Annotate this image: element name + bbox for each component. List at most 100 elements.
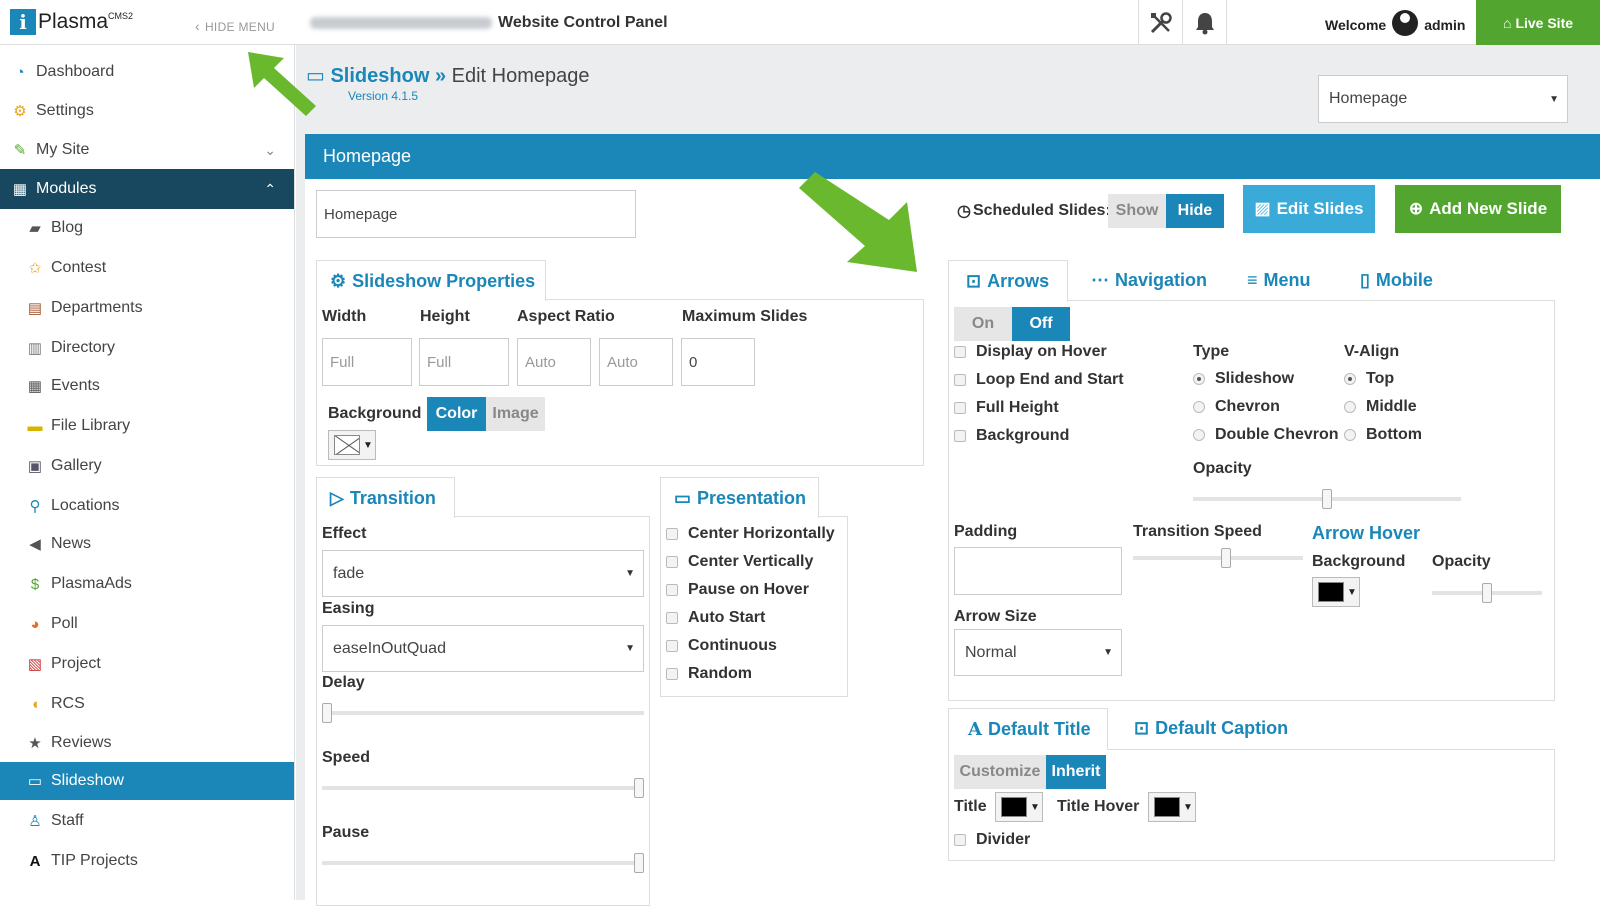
sidebar-item-file-library[interactable]: ▬ File Library bbox=[0, 407, 294, 445]
valign-top-radio[interactable]: Top bbox=[1344, 370, 1394, 388]
sidebar-item-modules[interactable]: ▦ Modules ⌃ bbox=[0, 169, 294, 209]
slideshow-icon: ▭ bbox=[674, 487, 692, 508]
pause-slider[interactable] bbox=[322, 853, 644, 873]
sidebar-item-my-site[interactable]: ✎ My Site ⌄ bbox=[0, 131, 294, 169]
slideshow-name-input[interactable]: Homepage bbox=[316, 190, 636, 238]
aspect-width-input[interactable]: Auto bbox=[517, 338, 591, 386]
tab-menu[interactable]: ≡ Menu bbox=[1247, 270, 1311, 291]
type-double-chevron-radio[interactable]: Double Chevron bbox=[1193, 426, 1339, 444]
sidebar-item-poll[interactable]: ◕ Poll bbox=[0, 605, 294, 643]
sidebar-item-departments[interactable]: ▤ Departments bbox=[0, 289, 294, 327]
breadcrumb-separator: » bbox=[434, 65, 447, 87]
edit-slides-button[interactable]: ▨ Edit Slides bbox=[1243, 185, 1375, 233]
delay-slider[interactable] bbox=[322, 703, 644, 723]
add-new-slide-button[interactable]: ⊕ Add New Slide bbox=[1395, 185, 1561, 233]
effect-select[interactable]: fade ▼ bbox=[322, 550, 644, 597]
sidebar-item-directory[interactable]: ▥ Directory bbox=[0, 329, 294, 367]
scheduled-hide-button[interactable]: Hide bbox=[1166, 194, 1224, 228]
tab-default-caption[interactable]: ⊡ Default Caption bbox=[1134, 718, 1288, 739]
arrow-size-select[interactable]: Normal ▼ bbox=[954, 629, 1122, 676]
tab-mobile[interactable]: ▯ Mobile bbox=[1360, 270, 1433, 291]
tools-icon[interactable] bbox=[1138, 0, 1182, 45]
speed-slider[interactable] bbox=[322, 778, 644, 798]
sidebar-item-project[interactable]: ▧ Project bbox=[0, 645, 294, 683]
sidebar-item-events[interactable]: ▦ Events bbox=[0, 367, 294, 405]
radio-dot bbox=[1344, 429, 1356, 441]
full-height-checkbox[interactable]: Full Height bbox=[954, 399, 1059, 417]
easing-select[interactable]: easeInOutQuad ▼ bbox=[322, 625, 644, 672]
width-input[interactable]: Full bbox=[322, 338, 412, 386]
hover-opacity-slider-handle[interactable] bbox=[1482, 583, 1492, 603]
type-chevron-radio[interactable]: Chevron bbox=[1193, 398, 1280, 416]
center-vertically-checkbox[interactable]: Center Vertically bbox=[666, 553, 813, 571]
arrows-on-button[interactable]: On bbox=[954, 307, 1012, 341]
sidebar-item-plasmaads[interactable]: $ PlasmaAds bbox=[0, 565, 294, 603]
sidebar-item-news[interactable]: ◀ News bbox=[0, 525, 294, 563]
plasma-logo[interactable]: i Plasma CMS2 bbox=[10, 9, 133, 35]
inherit-button[interactable]: Inherit bbox=[1046, 755, 1106, 789]
sidebar-item-blog[interactable]: ▰ Blog bbox=[0, 209, 294, 247]
slideshow-select[interactable]: Homepage ▼ bbox=[1318, 75, 1568, 123]
transition-speed-slider[interactable] bbox=[1133, 548, 1303, 568]
title-color-picker[interactable]: ▼ bbox=[995, 792, 1043, 822]
black-swatch bbox=[1154, 797, 1180, 817]
background-image-button[interactable]: Image bbox=[486, 397, 545, 431]
auto-start-checkbox[interactable]: Auto Start bbox=[666, 609, 765, 627]
sidebar-item-locations[interactable]: ⚲ Locations bbox=[0, 487, 294, 525]
maximum-slides-input[interactable]: 0 bbox=[681, 338, 755, 386]
bell-icon[interactable] bbox=[1182, 0, 1226, 45]
speed-slider-handle[interactable] bbox=[634, 778, 644, 798]
valign-middle-radio[interactable]: Middle bbox=[1344, 398, 1417, 416]
height-input[interactable]: Full bbox=[419, 338, 509, 386]
arrows-off-button[interactable]: Off bbox=[1012, 307, 1070, 341]
sidebar-item-staff[interactable]: ♙ Staff bbox=[0, 802, 294, 840]
staff-icon: ♙ bbox=[28, 813, 42, 830]
tab-default-title[interactable]: A Default Title bbox=[948, 708, 1108, 750]
opacity-slider-handle[interactable] bbox=[1322, 489, 1332, 509]
tab-transition[interactable]: ▷ Transition bbox=[316, 477, 455, 518]
dropdown-arrow-icon: ▼ bbox=[1103, 647, 1113, 658]
tab-presentation[interactable]: ▭ Presentation bbox=[660, 477, 819, 518]
type-slideshow-radio[interactable]: Slideshow bbox=[1193, 370, 1294, 388]
valign-bottom-radio[interactable]: Bottom bbox=[1344, 426, 1422, 444]
opacity-slider[interactable] bbox=[1193, 489, 1461, 509]
delay-slider-handle[interactable] bbox=[322, 703, 332, 723]
hide-menu-button[interactable]: ‹ HIDE MENU bbox=[195, 18, 275, 34]
sidebar-item-tip-projects[interactable]: A TIP Projects bbox=[0, 842, 294, 880]
random-checkbox[interactable]: Random bbox=[666, 665, 752, 683]
sidebar-item-gallery[interactable]: ▣ Gallery bbox=[0, 447, 294, 485]
center-horizontally-checkbox[interactable]: Center Horizontally bbox=[666, 525, 835, 543]
title-hover-color-picker[interactable]: ▼ bbox=[1148, 792, 1196, 822]
hover-opacity-slider[interactable] bbox=[1432, 583, 1542, 603]
chevron-left-icon: ‹ bbox=[195, 18, 200, 34]
background-color-picker[interactable]: ▼ bbox=[328, 430, 376, 460]
padding-input[interactable] bbox=[954, 547, 1122, 595]
page-title-module[interactable]: Slideshow bbox=[330, 65, 429, 87]
user-menu[interactable]: Welcome admin bbox=[1325, 10, 1465, 36]
sidebar-item-reviews[interactable]: ★ Reviews bbox=[0, 724, 294, 762]
tab-arrows[interactable]: ⊡ Arrows bbox=[948, 260, 1068, 302]
sidebar-item-contest[interactable]: ✩ Contest bbox=[0, 249, 294, 287]
tab-label: Default Caption bbox=[1155, 718, 1289, 738]
divider-checkbox[interactable]: Divider bbox=[954, 831, 1030, 849]
pause-slider-handle[interactable] bbox=[634, 853, 644, 873]
scheduled-show-button[interactable]: Show bbox=[1108, 194, 1166, 228]
pause-on-hover-checkbox[interactable]: Pause on Hover bbox=[666, 581, 809, 599]
transition-speed-slider-handle[interactable] bbox=[1221, 548, 1231, 568]
display-on-hover-checkbox[interactable]: Display on Hover bbox=[954, 343, 1107, 361]
aspect-height-input[interactable]: Auto bbox=[599, 338, 673, 386]
sidebar-item-slideshow[interactable]: ▭ Slideshow bbox=[0, 762, 294, 800]
dropdown-arrow-icon: ▼ bbox=[1549, 93, 1559, 105]
background-color-button[interactable]: Color bbox=[427, 397, 486, 431]
tab-slideshow-properties[interactable]: ⚙ Slideshow Properties bbox=[316, 260, 546, 301]
sidebar-item-rcs[interactable]: ◖ RCS bbox=[0, 685, 294, 723]
delay-label: Delay bbox=[322, 674, 365, 691]
title-hover-color-label: Title Hover bbox=[1057, 798, 1140, 815]
live-site-button[interactable]: ⌂ Live Site bbox=[1476, 0, 1600, 45]
continuous-checkbox[interactable]: Continuous bbox=[666, 637, 777, 655]
background-checkbox[interactable]: Background bbox=[954, 427, 1069, 445]
loop-end-and-start-checkbox[interactable]: Loop End and Start bbox=[954, 371, 1124, 389]
customize-button[interactable]: Customize bbox=[954, 755, 1046, 789]
tab-navigation[interactable]: ⋯ Navigation bbox=[1091, 270, 1207, 291]
hover-background-color-picker[interactable]: ▼ bbox=[1312, 577, 1360, 607]
